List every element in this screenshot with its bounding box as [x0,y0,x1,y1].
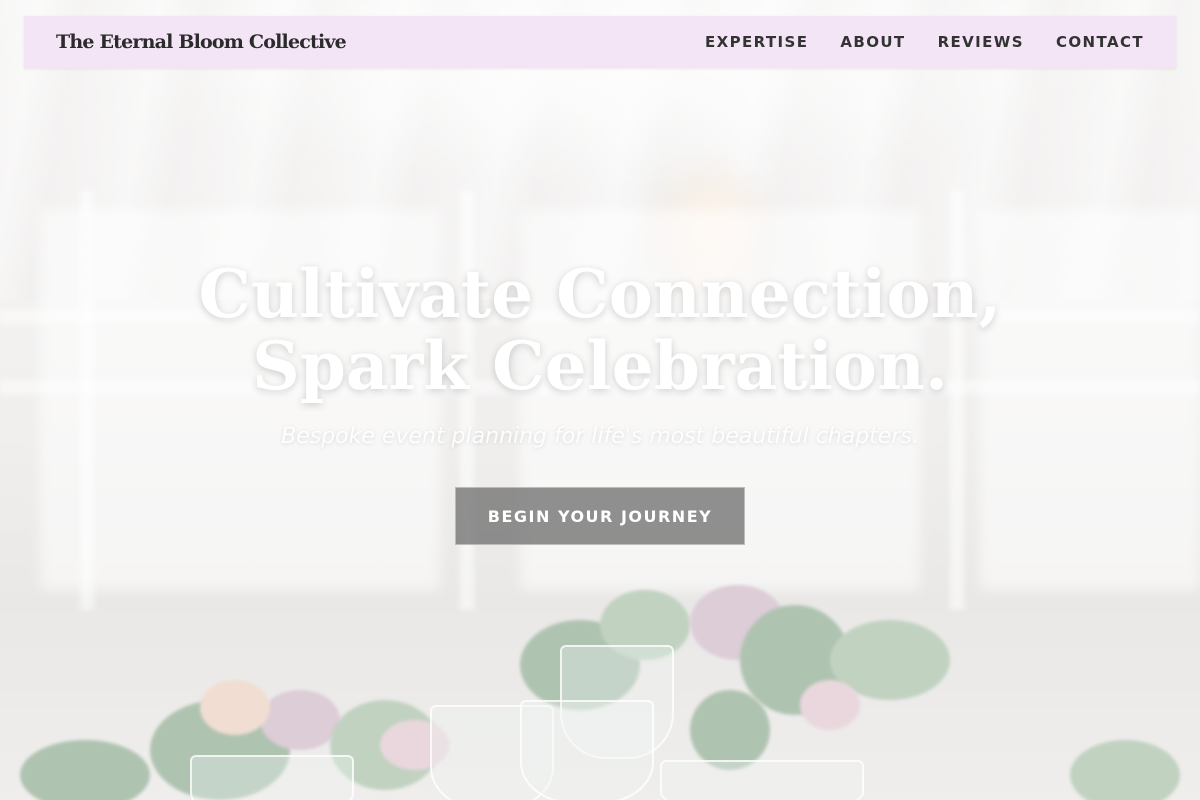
nav-links: EXPERTISE ABOUT REVIEWS CONTACT [705,33,1144,51]
nav-link-expertise[interactable]: EXPERTISE [705,33,808,51]
begin-journey-button[interactable]: BEGIN YOUR JOURNEY [455,487,745,545]
hero-title: Cultivate Connection, Spark Celebration. [0,258,1200,402]
nav-link-reviews[interactable]: REVIEWS [938,33,1024,51]
nav-link-contact[interactable]: CONTACT [1056,33,1144,51]
hero-section: The Eternal Bloom Collective EXPERTISE A… [0,0,1200,800]
hero-title-line2: Spark Celebration. [252,327,948,405]
top-navbar: The Eternal Bloom Collective EXPERTISE A… [24,16,1176,68]
brand-logo[interactable]: The Eternal Bloom Collective [56,31,347,53]
hero-subtitle: Bespoke event planning for life's most b… [281,424,919,449]
hero-title-line1: Cultivate Connection, [198,255,1002,333]
nav-link-about[interactable]: ABOUT [840,33,905,51]
